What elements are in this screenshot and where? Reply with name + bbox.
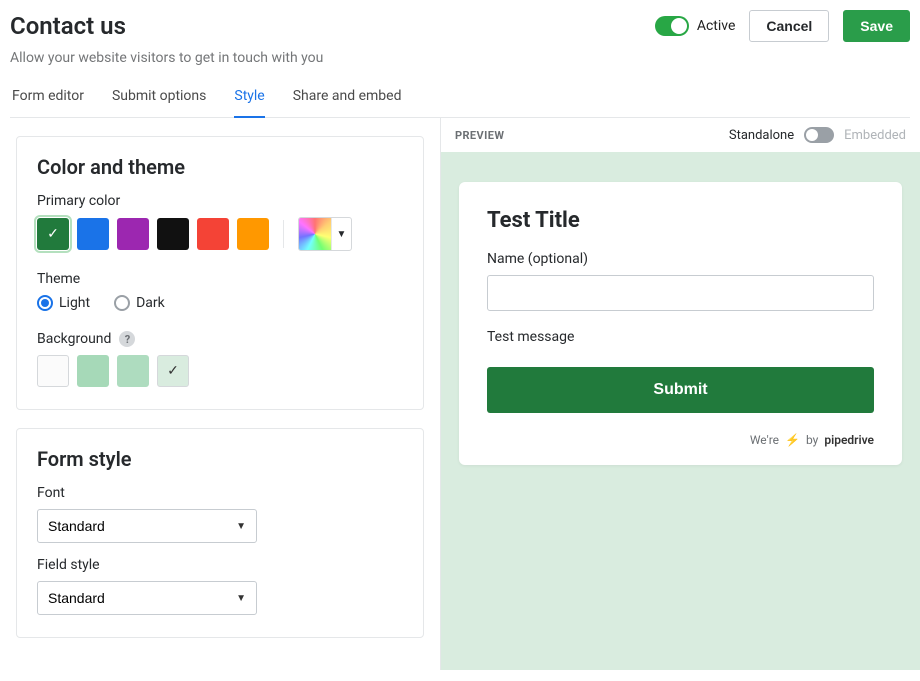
preview-mode-toggle[interactable] [804,127,834,143]
chevron-down-icon: ▼ [236,521,246,532]
help-icon[interactable]: ? [119,331,135,347]
embedded-label: Embedded [844,128,906,143]
radio-icon [37,295,53,311]
color-theme-card: Color and theme Primary color ✓ ▼ Theme [16,136,424,410]
preview-message-text: Test message [487,329,874,345]
color-theme-title: Color and theme [37,155,403,179]
theme-label: Theme [37,271,403,287]
color-swatch-blue[interactable] [77,218,109,250]
field-style-value: Standard [48,590,105,606]
form-style-card: Form style Font Standard ▼ Field style S… [16,428,424,638]
background-swatch-green-light[interactable]: ✓ [157,355,189,387]
preview-name-input[interactable] [487,275,874,311]
divider [283,220,284,248]
save-button[interactable]: Save [843,10,910,42]
active-label: Active [697,18,736,34]
custom-color-picker[interactable]: ▼ [298,217,352,251]
form-style-title: Form style [37,447,403,471]
powered-by-word: by [806,433,818,447]
preview-name-label: Name (optional) [487,251,874,267]
background-swatch-white[interactable] [37,355,69,387]
brand-name: pipedrive [824,433,874,447]
radio-icon [114,295,130,311]
field-style-label: Field style [37,557,403,573]
cancel-button[interactable]: Cancel [749,10,829,42]
settings-panel: Color and theme Primary color ✓ ▼ Theme [0,118,440,670]
tab-share-embed[interactable]: Share and embed [293,80,402,118]
preview-stage: Test Title Name (optional) Test message … [441,152,920,670]
bolt-icon: ⚡ [785,433,800,447]
theme-dark-label: Dark [136,295,165,311]
page-title: Contact us [10,12,126,40]
theme-light-radio[interactable]: Light [37,295,90,311]
tabs: Form editor Submit options Style Share a… [10,80,910,118]
standalone-label: Standalone [729,128,794,143]
background-swatch-green-solid[interactable] [77,355,109,387]
preview-label: PREVIEW [455,129,504,142]
field-style-select[interactable]: Standard ▼ [37,581,257,615]
header-actions: Active Cancel Save [655,10,910,42]
font-label: Font [37,485,403,501]
background-label: Background [37,331,111,347]
preview-panel: PREVIEW Standalone Embedded Test Title N… [440,118,920,670]
check-icon: ✓ [167,363,179,379]
check-icon: ✓ [47,226,59,242]
powered-by: We're ⚡ by pipedrive [487,433,874,447]
tab-submit-options[interactable]: Submit options [112,80,206,118]
preview-form-title: Test Title [487,208,874,233]
color-swatch-black[interactable] [157,218,189,250]
chevron-down-icon: ▼ [331,218,351,250]
theme-light-label: Light [59,295,90,311]
background-swatch-green-medium[interactable] [117,355,149,387]
tab-form-editor[interactable]: Form editor [12,80,84,118]
font-select[interactable]: Standard ▼ [37,509,257,543]
color-swatch-red[interactable] [197,218,229,250]
rainbow-icon [299,218,331,250]
font-value: Standard [48,518,105,534]
color-swatch-green[interactable]: ✓ [37,218,69,250]
page-subtitle: Allow your website visitors to get in to… [10,50,910,66]
powered-prefix: We're [750,433,779,447]
color-swatch-purple[interactable] [117,218,149,250]
active-toggle[interactable] [655,16,689,36]
chevron-down-icon: ▼ [236,593,246,604]
primary-color-label: Primary color [37,193,403,209]
preview-submit-button[interactable]: Submit [487,367,874,413]
theme-dark-radio[interactable]: Dark [114,295,165,311]
preview-form-card: Test Title Name (optional) Test message … [459,182,902,465]
tab-style[interactable]: Style [234,80,264,118]
color-swatch-orange[interactable] [237,218,269,250]
